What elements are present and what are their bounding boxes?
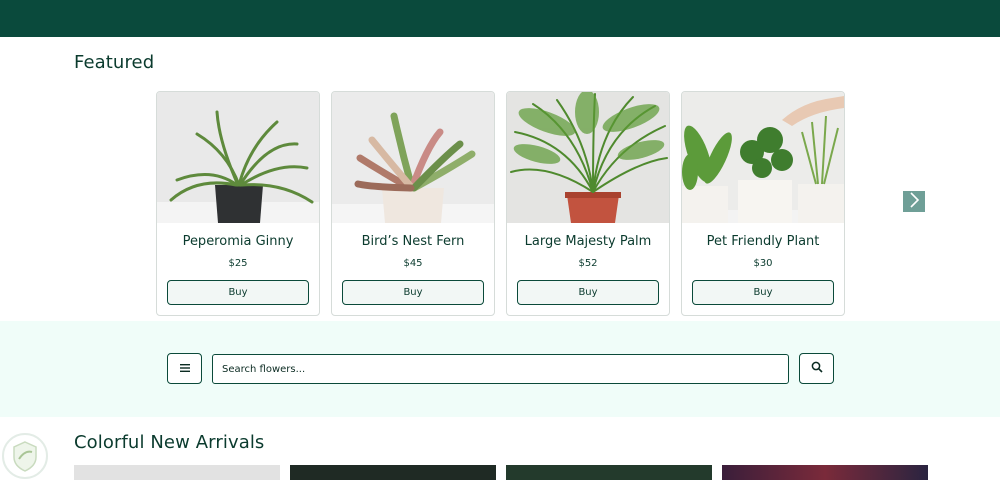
magnifier-icon — [811, 361, 823, 376]
product-card[interactable]: Pet Friendly Plant $30 Buy — [681, 91, 845, 316]
product-price: $30 — [753, 258, 773, 269]
product-price: $52 — [578, 258, 598, 269]
buy-button[interactable]: Buy — [167, 280, 309, 305]
product-name[interactable]: Pet Friendly Plant — [682, 234, 844, 249]
buy-button[interactable]: Buy — [517, 280, 659, 305]
arrival-thumbnail[interactable] — [722, 465, 928, 480]
featured-title: Featured — [74, 52, 155, 73]
arrival-thumbnail[interactable] — [74, 465, 280, 480]
carousel-next-button[interactable] — [903, 191, 925, 212]
buy-button[interactable]: Buy — [342, 280, 484, 305]
product-price: $45 — [403, 258, 423, 269]
buy-button[interactable]: Buy — [692, 280, 834, 305]
product-image[interactable] — [157, 92, 319, 223]
search-input[interactable] — [212, 354, 789, 384]
product-image[interactable] — [682, 92, 844, 223]
product-name[interactable]: Bird’s Nest Fern — [332, 234, 494, 249]
product-name[interactable]: Peperomia Ginny — [157, 234, 319, 249]
arrival-thumbnail[interactable] — [506, 465, 712, 480]
product-name[interactable]: Large Majesty Palm — [507, 234, 669, 249]
hamburger-menu-icon — [179, 361, 191, 376]
product-card[interactable]: Bird’s Nest Fern $45 Buy — [331, 91, 495, 316]
product-image[interactable] — [332, 92, 494, 223]
arrival-thumbnail[interactable] — [290, 465, 496, 480]
new-arrivals-title: Colorful New Arrivals — [74, 432, 265, 453]
product-price: $25 — [228, 258, 248, 269]
search-button[interactable] — [799, 353, 834, 384]
menu-button[interactable] — [167, 353, 202, 384]
product-card[interactable]: Large Majesty Palm $52 Buy — [506, 91, 670, 316]
shield-badge-icon — [1, 432, 49, 480]
product-card[interactable]: Peperomia Ginny $25 Buy — [156, 91, 320, 316]
chevron-right-icon — [908, 191, 920, 213]
product-image[interactable] — [507, 92, 669, 223]
top-navigation-bar — [0, 0, 1000, 37]
